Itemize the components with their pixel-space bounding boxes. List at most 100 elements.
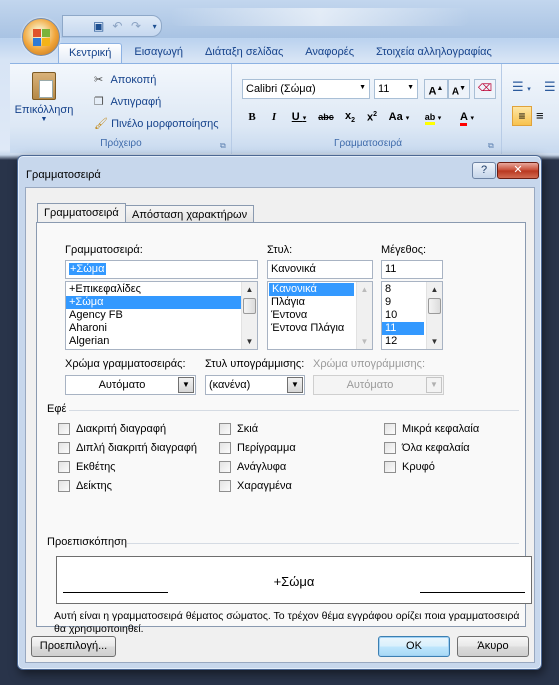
paste-icon [32,72,56,100]
font-input-value: +Σώμα [69,263,106,275]
font-input[interactable]: +Σώμα [65,260,258,279]
list-item[interactable]: Agency FB [66,309,257,322]
list-item[interactable]: +Σώμα [66,296,257,309]
scroll-down-icon[interactable]: ▼ [427,334,442,349]
font-size-dropdown-icon[interactable]: ▼ [407,84,414,91]
scroll-thumb[interactable] [428,298,441,314]
highlight-icon[interactable]: ab ▾ [416,112,450,125]
checkbox-engrave[interactable]: Χαραγμένα [219,480,292,492]
clear-formatting-icon[interactable]: ⌫ [474,79,496,99]
clipboard-launcher-icon[interactable]: ⧉ [220,141,226,151]
checkbox-box[interactable] [58,442,70,454]
cut-button[interactable]: ✂ Αποκοπή [94,73,156,87]
list-item[interactable]: Κανονικά [269,283,354,296]
checkbox-hidden[interactable]: Κρυφό [384,461,435,473]
chevron-down-icon[interactable]: ▼ [178,377,194,393]
checkbox-box[interactable] [384,423,396,435]
office-button[interactable] [22,18,60,56]
checkbox-double-strikethrough[interactable]: Διπλή διακριτή διαγραφή [58,442,197,454]
font-size-box[interactable]: 11 ▼ [374,79,418,99]
checkbox-emboss[interactable]: Ανάγλυφα [219,461,286,473]
font-launcher-icon[interactable]: ⧉ [488,141,494,151]
checkbox-box[interactable] [384,461,396,473]
scroll-down-icon[interactable]: ▼ [242,334,257,349]
checkbox-superscript[interactable]: Εκθέτης [58,461,116,473]
tab-character-spacing[interactable]: Απόσταση χαρακτήρων [125,205,255,223]
align-center-icon[interactable]: ≡ [536,106,544,126]
paste-button[interactable]: Επικόλληση ▼ [14,68,74,130]
checkbox-shadow[interactable]: Σκιά [219,423,258,435]
strikethrough-icon[interactable]: abc [314,112,338,122]
style-input[interactable]: Κανονικά [267,260,373,279]
checkbox-outline[interactable]: Περίγραμμα [219,442,296,454]
numbering-icon[interactable]: ☰ [544,79,556,95]
paste-dropdown-icon[interactable]: ▼ [14,116,74,123]
format-painter-button[interactable]: 🖌 Πινέλο μορφοποίησης [94,117,219,131]
checkbox-label: Δείκτης [76,480,112,492]
underline-style-select[interactable]: (κανένα) ▼ [205,375,305,395]
cancel-button[interactable]: Άκυρο [457,636,529,657]
ok-button[interactable]: OK [378,636,450,657]
font-list[interactable]: +Επικεφαλίδες +Σώμα Agency FB Aharoni Al… [65,281,258,350]
italic-icon[interactable]: I [264,111,284,123]
underline-icon[interactable]: U ▾ [286,111,312,123]
undo-icon[interactable]: ↶ [111,18,124,34]
chevron-down-icon[interactable]: ▼ [287,377,303,393]
customize-toolbar-icon[interactable]: ▾ [148,18,161,34]
tab-references[interactable]: Αναφορές [295,43,364,63]
font-color-icon[interactable]: A ▾ [452,111,482,126]
close-button[interactable]: ✕ [497,162,539,179]
font-color-select[interactable]: Αυτόματο ▼ [65,375,196,395]
scroll-down-icon[interactable]: ▼ [357,334,372,349]
checkbox-all-caps[interactable]: Όλα κεφαλαία [384,442,470,454]
shrink-font-icon[interactable]: A▼ [448,79,470,99]
change-case-icon[interactable]: Aa ▾ [384,111,414,123]
font-list-scrollbar[interactable]: ▲ ▼ [241,282,257,349]
checkbox-box[interactable] [219,480,231,492]
tab-mailings[interactable]: Στοιχεία αλληλογραφίας [366,43,502,63]
checkbox-box[interactable] [219,461,231,473]
checkbox-strikethrough[interactable]: Διακριτή διαγραφή [58,423,166,435]
align-left-icon[interactable]: ≡ [512,106,532,126]
list-item[interactable]: 11 [382,322,424,335]
size-list[interactable]: 8 9 10 11 12 ▲ ▼ [381,281,443,350]
superscript-icon[interactable]: x2 [362,111,382,124]
scroll-up-icon[interactable]: ▲ [242,282,257,297]
font-color-label: Χρώμα γραμματοσειράς: [65,358,186,370]
tab-home[interactable]: Κεντρική [58,43,123,63]
style-list[interactable]: Κανονικά Πλάγια Έντονα Έντονα Πλάγια ▲ ▼ [267,281,373,350]
list-item[interactable]: Aharoni [66,322,257,335]
checkbox-box[interactable] [219,442,231,454]
style-list-scrollbar[interactable]: ▲ ▼ [356,282,372,349]
checkbox-box[interactable] [58,423,70,435]
grow-font-icon[interactable]: A▲ [424,79,448,99]
list-item[interactable]: Algerian [66,335,257,348]
scroll-thumb[interactable] [243,298,256,314]
size-list-scrollbar[interactable]: ▲ ▼ [426,282,442,349]
preview-line-right [420,592,525,593]
checkbox-small-caps[interactable]: Μικρά κεφαλαία [384,423,479,435]
tab-font[interactable]: Γραμματοσειρά [37,203,126,223]
tab-insert[interactable]: Εισαγωγή [124,43,193,63]
scroll-up-icon[interactable]: ▲ [427,282,442,297]
checkbox-subscript[interactable]: Δείκτης [58,480,112,492]
size-input[interactable]: 11 [381,260,443,279]
font-tab-panel: Γραμματοσειρά: +Σώμα +Επικεφαλίδες +Σώμα… [36,222,532,635]
tab-page-layout[interactable]: Διάταξη σελίδας [195,43,293,63]
list-item[interactable]: +Επικεφαλίδες [66,283,257,296]
font-name-box[interactable]: Calibri (Σώμα) ▼ [242,79,370,99]
checkbox-box[interactable] [58,461,70,473]
font-name-dropdown-icon[interactable]: ▼ [359,84,366,91]
copy-button[interactable]: ❐ Αντιγραφή [94,95,161,109]
subscript-icon[interactable]: x2 [340,110,360,124]
checkbox-box[interactable] [384,442,396,454]
set-default-button[interactable]: Προεπιλογή... [31,636,116,657]
checkbox-box[interactable] [219,423,231,435]
bold-icon[interactable]: B [242,111,262,123]
checkbox-box[interactable] [58,480,70,492]
help-button[interactable]: ? [472,162,496,179]
redo-icon[interactable]: ↷ [130,18,143,34]
scroll-up-icon[interactable]: ▲ [357,282,372,297]
save-icon[interactable]: ▣ [92,18,105,34]
bullets-icon[interactable]: ☰ ▾ [512,79,531,95]
